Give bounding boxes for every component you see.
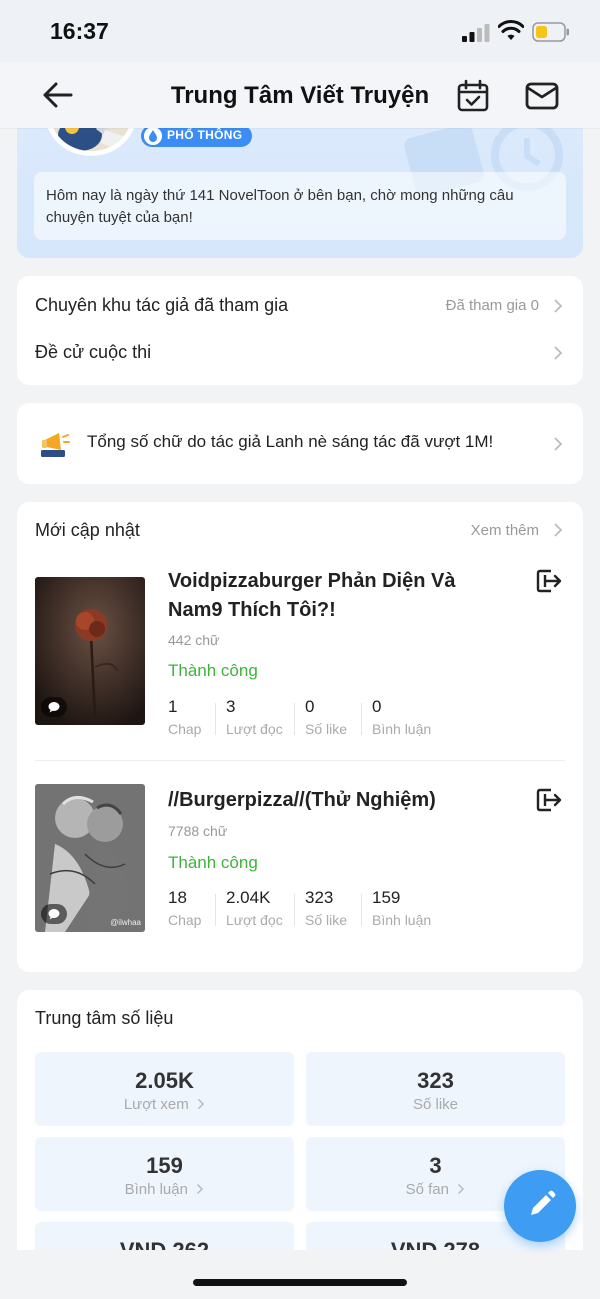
tile-label: Số fan — [405, 1181, 449, 1198]
chevron-right-icon — [458, 1183, 465, 1195]
stat-label: Chap — [168, 721, 202, 737]
stat-label: Bình luận — [372, 721, 432, 737]
stat-reads: 2.04K Lượt đọc — [226, 888, 283, 932]
chevron-right-icon — [197, 1183, 204, 1195]
stat-label: Lượt đọc — [226, 912, 283, 928]
tile-value: 2.05K — [135, 1068, 194, 1093]
recent-updates-card: Mới cập nhật Xem thêm Voidpizzaburger Ph… — [17, 502, 583, 972]
back-arrow-icon[interactable] — [42, 80, 74, 110]
story-cover[interactable] — [35, 577, 145, 725]
story-item[interactable]: @ilwhaa //Burgerpizza//(Thử Nghiệm) 7788… — [35, 784, 565, 946]
home-indicator[interactable] — [193, 1279, 407, 1286]
greeting-message: Hôm nay là ngày thứ 141 NovelToon ở bên … — [34, 172, 566, 240]
stat-value: 18 — [168, 888, 187, 907]
stat-label: Số like — [305, 912, 348, 928]
stat-label: Lượt đọc — [226, 721, 283, 737]
stat-value: 3 — [226, 697, 236, 716]
status-bar: 16:37 — [0, 0, 600, 62]
story-title[interactable]: //Burgerpizza//(Thử Nghiệm) — [168, 786, 498, 815]
chevron-right-icon — [554, 346, 563, 360]
stat-reads: 3 Lượt đọc — [226, 697, 283, 741]
divider — [215, 894, 216, 926]
announcement-text: Tổng số chữ do tác giả Lanh nè sáng tác … — [87, 432, 494, 451]
page-title: Trung Tâm Viết Truyện — [170, 82, 430, 109]
stat-label: Chap — [168, 912, 202, 928]
tile-label: Lượt xem — [123, 1096, 189, 1113]
megaphone-icon — [41, 433, 70, 457]
story-word-count: 7788 chữ — [168, 823, 228, 839]
divider — [361, 703, 362, 735]
comment-bubble-icon — [41, 697, 67, 717]
stat-value: 159 — [372, 888, 401, 907]
data-center-card: Trung tâm số liệu 2.05K Lượt xem 323 Số … — [17, 990, 583, 1296]
mail-icon[interactable] — [524, 80, 560, 112]
tier-badge: PHỔ THÔNG — [141, 125, 253, 147]
story-item[interactable]: Voidpizzaburger Phản Diện Và Nam9 Thích … — [35, 567, 565, 737]
story-stats: 1 Chap 3 Lượt đọc 0 Số like 0 Bình luận — [168, 697, 468, 741]
announcement-card[interactable]: Tổng số chữ do tác giả Lanh nè sáng tác … — [17, 403, 583, 484]
diamond-drop-icon — [144, 127, 162, 145]
stat-comments: 159 Bình luận — [372, 888, 431, 932]
tile-value: 159 — [146, 1153, 183, 1178]
write-story-button[interactable] — [504, 1170, 576, 1242]
data-center-title: Trung tâm số liệu — [35, 1008, 174, 1028]
stat-likes: 323 Số like — [305, 888, 347, 932]
stat-label: Số like — [305, 721, 348, 737]
story-cover[interactable]: @ilwhaa — [35, 784, 145, 932]
divider — [294, 703, 295, 735]
author-zone-value: Đã tham gia 0 — [445, 297, 539, 314]
tile-views[interactable]: 2.05K Lượt xem — [35, 1052, 294, 1126]
pencil-icon — [531, 1190, 556, 1215]
stat-likes: 0 Số like — [305, 697, 347, 741]
status-time: 16:37 — [50, 18, 109, 44]
tile-likes[interactable]: 323 Số like — [306, 1052, 565, 1126]
tile-label: Bình luận — [124, 1181, 188, 1198]
tier-label: PHỔ THÔNG — [167, 128, 243, 142]
stat-value: 2.04K — [226, 888, 271, 907]
cover-watermark: @ilwhaa — [110, 918, 141, 927]
comment-bubble-icon — [41, 904, 67, 924]
author-zone-row[interactable]: Chuyên khu tác giả đã tham gia Đã tham g… — [35, 291, 565, 321]
stat-value: 0 — [372, 697, 382, 716]
chevron-right-icon — [198, 1098, 205, 1110]
chevron-right-icon — [554, 437, 563, 451]
top-nav-bar: Trung Tâm Viết Truyện — [0, 62, 600, 128]
divider — [361, 894, 362, 926]
export-icon[interactable] — [535, 786, 563, 814]
divider — [35, 760, 565, 761]
contest-nomination-label: Đề cử cuộc thi — [35, 342, 152, 362]
stat-chapters: 18 Chap — [168, 888, 201, 932]
bottom-safe-area — [0, 1250, 600, 1299]
tile-label: Số like — [412, 1096, 459, 1113]
stat-value: 0 — [305, 697, 315, 716]
recent-updates-title: Mới cập nhật — [35, 520, 140, 540]
stat-label: Bình luận — [372, 912, 432, 928]
see-more-link[interactable]: Xem thêm — [471, 522, 539, 539]
story-status: Thành công — [168, 853, 258, 872]
tile-value: 323 — [417, 1068, 454, 1093]
signal-icon — [462, 24, 490, 42]
stat-value: 323 — [305, 888, 334, 907]
author-zone-label: Chuyên khu tác giả đã tham gia — [35, 295, 289, 315]
author-menu-card: Chuyên khu tác giả đã tham gia Đã tham g… — [17, 276, 583, 385]
chevron-right-icon — [554, 299, 563, 313]
wifi-icon — [498, 20, 524, 40]
battery-icon — [532, 22, 569, 42]
divider — [294, 894, 295, 926]
export-icon[interactable] — [535, 567, 563, 595]
stat-value: 1 — [168, 697, 178, 716]
story-stats: 18 Chap 2.04K Lượt đọc 323 Số like 159 B… — [168, 888, 468, 932]
divider — [215, 703, 216, 735]
story-word-count: 442 chữ — [168, 632, 220, 648]
stat-comments: 0 Bình luận — [372, 697, 431, 741]
story-title[interactable]: Voidpizzaburger Phản Diện Và Nam9 Thích … — [168, 567, 498, 625]
calendar-check-icon[interactable] — [456, 79, 490, 113]
story-status: Thành công — [168, 661, 258, 680]
contest-nomination-row[interactable]: Đề cử cuộc thi — [35, 338, 565, 368]
tile-comments[interactable]: 159 Bình luận — [35, 1137, 294, 1211]
stat-chapters: 1 Chap — [168, 697, 201, 741]
chevron-right-icon[interactable] — [553, 522, 563, 538]
